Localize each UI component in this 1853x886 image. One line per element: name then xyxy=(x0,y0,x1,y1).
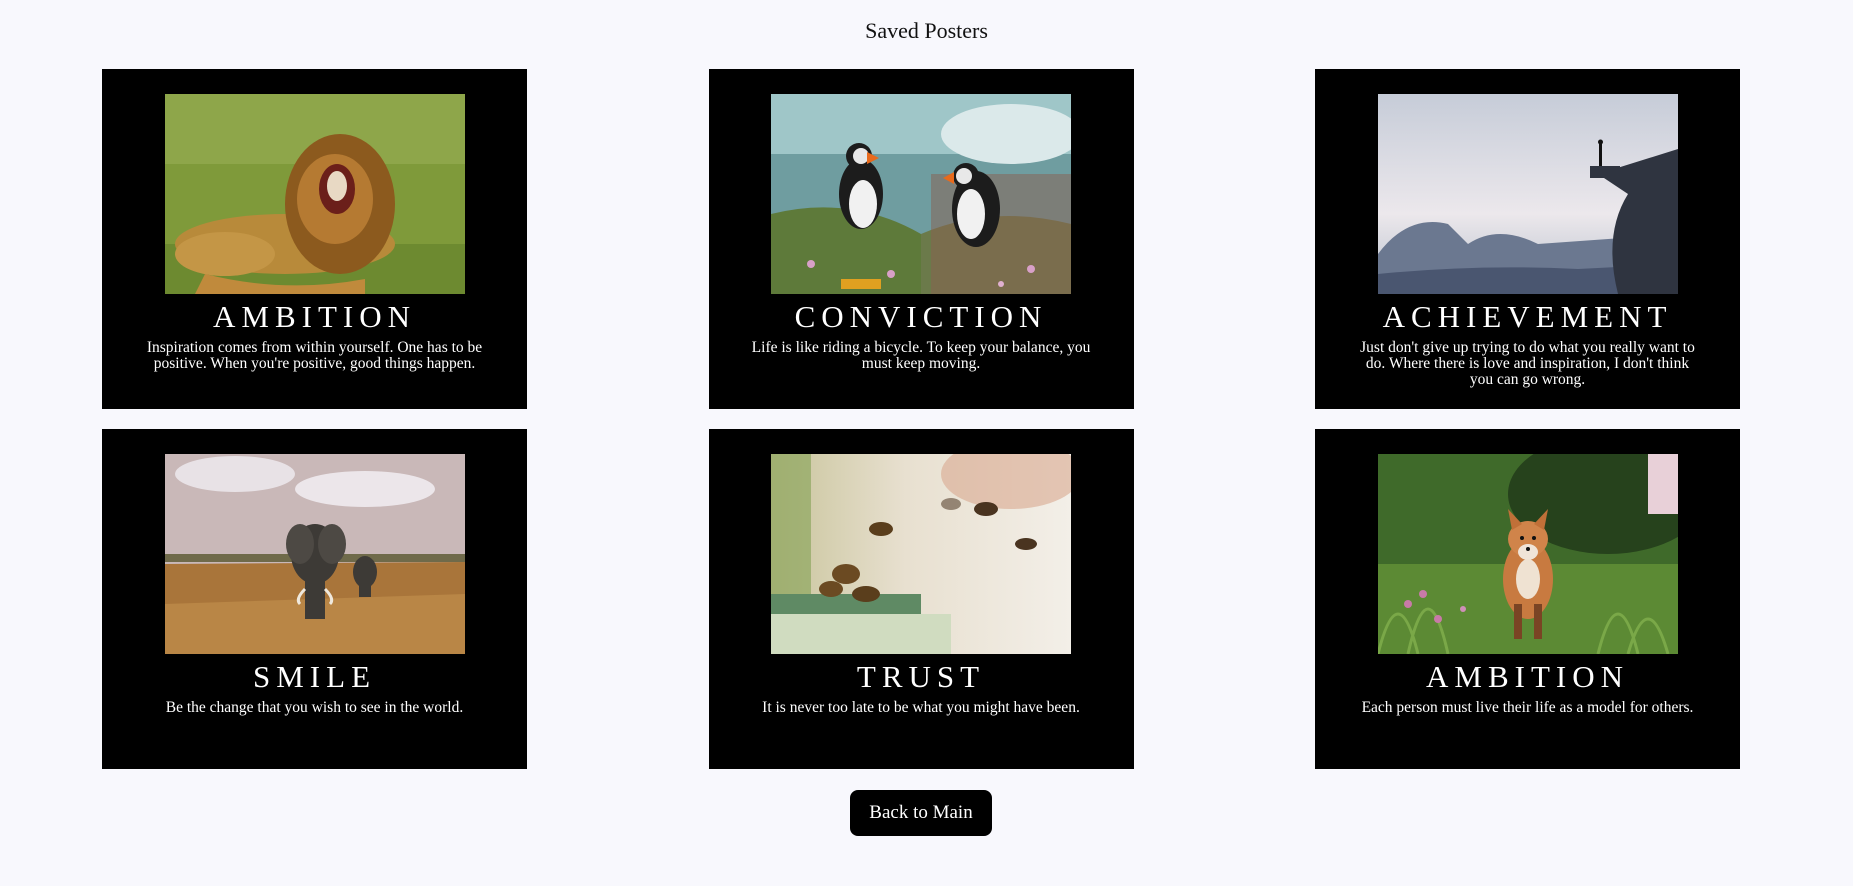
poster-card[interactable]: Ambition Inspiration comes from within y… xyxy=(102,69,527,409)
fox-photo-icon xyxy=(1377,454,1678,654)
poster-quote: Inspiration comes from within yourself. … xyxy=(146,339,483,372)
poster-title: Ambition xyxy=(213,299,416,334)
poster-quote: Each person must live their life as a mo… xyxy=(1361,699,1694,716)
poster-quote: Life is like riding a bicycle. To keep y… xyxy=(751,339,1091,372)
poster-card[interactable]: Achievement Just don't give up trying to… xyxy=(1315,69,1740,409)
poster-title: Conviction xyxy=(794,299,1048,334)
poster-grid: Ambition Inspiration comes from within y… xyxy=(102,69,1740,769)
poster-quote: Just don't give up trying to do what you… xyxy=(1360,339,1695,388)
cliff-photo-icon xyxy=(1377,94,1678,294)
elephants-photo-icon xyxy=(164,454,465,654)
lion-photo-icon xyxy=(164,94,465,294)
poster-quote: Be the change that you wish to see in th… xyxy=(165,699,464,716)
poster-title: Smile xyxy=(253,659,376,694)
poster-card[interactable]: Trust It is never too late to be what yo… xyxy=(708,429,1134,769)
poster-card[interactable]: Smile Be the change that you wish to see… xyxy=(102,429,527,769)
poster-title: Achievement xyxy=(1382,299,1673,334)
poster-title: Ambition xyxy=(1426,659,1629,694)
page-title: Saved Posters xyxy=(865,18,988,43)
poster-title: Trust xyxy=(856,659,986,694)
puffins-photo-icon xyxy=(771,94,1071,294)
poster-quote: It is never too late to be what you migh… xyxy=(762,699,1080,716)
poster-card[interactable]: Ambition Each person must live their lif… xyxy=(1315,429,1740,769)
back-to-main-button[interactable]: Back to Main xyxy=(850,790,992,836)
poster-card[interactable]: Conviction Life is like riding a bicycle… xyxy=(708,69,1134,409)
bees-photo-icon xyxy=(771,454,1071,654)
